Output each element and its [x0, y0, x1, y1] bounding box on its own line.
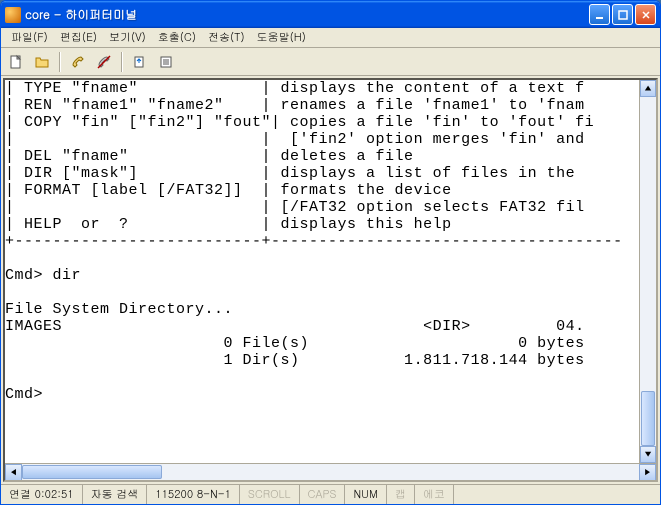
open-button[interactable]: [31, 51, 53, 73]
status-scroll: SCROLL: [240, 485, 300, 504]
scroll-up-button[interactable]: ▲: [640, 80, 656, 97]
window-title: core - 하이퍼터미널: [25, 6, 589, 23]
hscroll-thumb[interactable]: [22, 465, 162, 479]
scroll-right-button[interactable]: ▶: [639, 464, 656, 481]
menu-edit[interactable]: 편집(E): [54, 28, 103, 47]
menu-help[interactable]: 도움말(H): [251, 28, 312, 47]
separator-icon: [59, 52, 61, 72]
separator-icon: [121, 52, 123, 72]
vscroll-track[interactable]: [640, 97, 656, 446]
status-echo: 에코: [415, 485, 454, 504]
disconnect-button[interactable]: [93, 51, 115, 73]
phone-connect-icon: [70, 54, 86, 70]
horizontal-scrollbar[interactable]: ◀ ▶: [5, 463, 656, 480]
terminal-area: | TYPE "fname" | displays the content of…: [3, 78, 658, 482]
terminal-output[interactable]: | TYPE "fname" | displays the content of…: [5, 80, 656, 403]
app-icon: [5, 7, 21, 23]
new-button[interactable]: [5, 51, 27, 73]
properties-button[interactable]: [155, 51, 177, 73]
toolbar: [1, 48, 660, 76]
window-controls: [589, 4, 656, 25]
titlebar[interactable]: core - 하이퍼터미널: [1, 1, 660, 28]
menu-call[interactable]: 호출(C): [152, 28, 202, 47]
folder-open-icon: [34, 54, 50, 70]
statusbar: 연결 0:02:51 자동 검색 115200 8-N-1 SCROLL CAP…: [1, 484, 660, 504]
status-cap: 캡: [387, 485, 415, 504]
scroll-left-button[interactable]: ◀: [5, 464, 22, 481]
status-port: 115200 8-N-1: [147, 485, 240, 504]
connect-button[interactable]: [67, 51, 89, 73]
status-caps: CAPS: [300, 485, 346, 504]
minimize-button[interactable]: [589, 4, 610, 25]
send-button[interactable]: [129, 51, 151, 73]
status-num: NUM: [345, 485, 386, 504]
hscroll-track[interactable]: [22, 464, 639, 480]
menu-view[interactable]: 보기(V): [103, 28, 152, 47]
new-file-icon: [8, 54, 24, 70]
maximize-button[interactable]: [612, 4, 633, 25]
phone-disconnect-icon: [96, 54, 112, 70]
menu-transfer[interactable]: 전송(T): [202, 28, 251, 47]
vscroll-thumb[interactable]: [641, 391, 655, 446]
properties-icon: [158, 54, 174, 70]
vertical-scrollbar[interactable]: ▲ ▼: [639, 80, 656, 463]
app-window: core - 하이퍼터미널 파일(F) 편집(E) 보기(V) 호출(C) 전송…: [0, 0, 661, 505]
send-file-icon: [132, 54, 148, 70]
scroll-down-button[interactable]: ▼: [640, 446, 656, 463]
close-button[interactable]: [635, 4, 656, 25]
status-connected: 연결 0:02:51: [1, 485, 83, 504]
status-autodetect: 자동 검색: [83, 485, 148, 504]
menu-file[interactable]: 파일(F): [5, 28, 54, 47]
menubar: 파일(F) 편집(E) 보기(V) 호출(C) 전송(T) 도움말(H): [1, 28, 660, 48]
